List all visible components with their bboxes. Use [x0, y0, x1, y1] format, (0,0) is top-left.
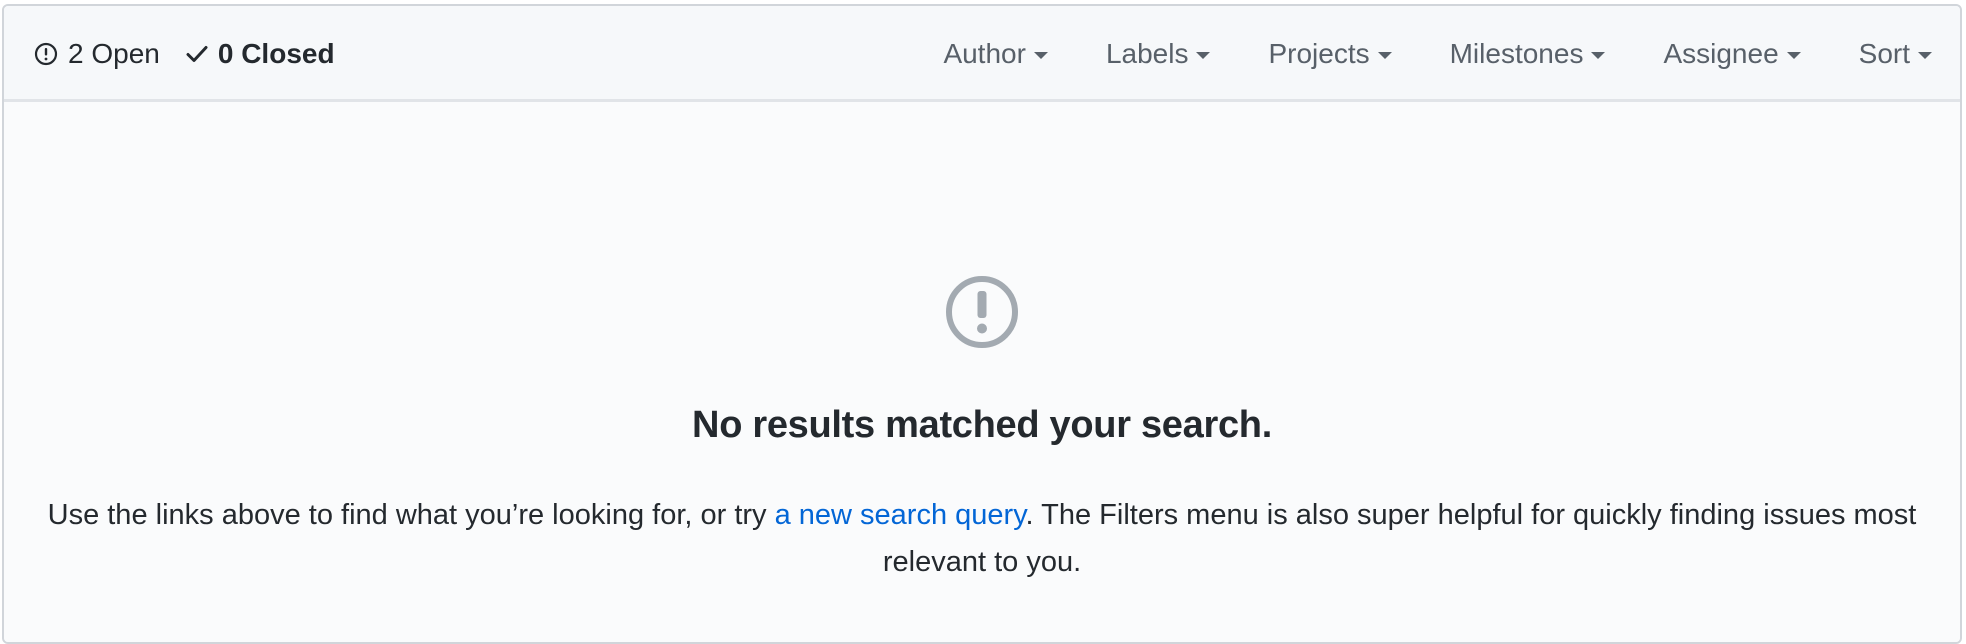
- caret-down-icon: [1377, 52, 1392, 59]
- check-icon: [186, 44, 208, 64]
- caret-down-icon: [1918, 52, 1932, 59]
- sort-filter-label: Sort: [1858, 38, 1910, 69]
- issue-opened-icon: [942, 272, 1022, 352]
- assignee-filter[interactable]: Assignee: [1663, 38, 1801, 70]
- assignee-filter-label: Assignee: [1663, 38, 1779, 69]
- blankslate-title: No results matched your search.: [692, 404, 1272, 446]
- author-filter-label: Author: [943, 38, 1026, 69]
- issue-opened-icon: [34, 42, 58, 66]
- caret-down-icon: [1033, 52, 1048, 59]
- milestones-filter[interactable]: Milestones: [1450, 38, 1606, 70]
- issues-list-box: 2 Open 0 Closed Author Labels Projects M…: [2, 4, 1962, 644]
- filter-menus: Author Labels Projects Milestones Assign…: [943, 6, 1932, 102]
- open-issues-label: 2 Open: [68, 38, 160, 69]
- issue-state-toggles: 2 Open 0 Closed: [34, 6, 335, 102]
- blankslate: No results matched your search. Use the …: [4, 102, 1960, 642]
- caret-down-icon: [1786, 52, 1801, 59]
- open-issues-link[interactable]: 2 Open: [34, 38, 160, 70]
- new-search-query-link[interactable]: a new search query: [775, 499, 1026, 531]
- caret-down-icon: [1196, 52, 1211, 59]
- labels-filter-label: Labels: [1105, 38, 1189, 69]
- sort-filter[interactable]: Sort: [1859, 38, 1932, 70]
- issues-list-header: 2 Open 0 Closed Author Labels Projects M…: [4, 6, 1960, 102]
- description-text-after: . The Filters menu is also super helpful…: [882, 499, 1917, 578]
- description-text-before: Use the links above to find what you’re …: [47, 499, 775, 531]
- projects-filter[interactable]: Projects: [1268, 38, 1392, 70]
- author-filter[interactable]: Author: [943, 38, 1048, 70]
- projects-filter-label: Projects: [1268, 38, 1370, 69]
- closed-issues-link[interactable]: 0 Closed: [186, 38, 335, 70]
- caret-down-icon: [1591, 52, 1606, 59]
- labels-filter[interactable]: Labels: [1106, 38, 1211, 70]
- blankslate-description: Use the links above to find what you’re …: [44, 492, 1920, 586]
- milestones-filter-label: Milestones: [1449, 38, 1584, 69]
- closed-issues-label: 0 Closed: [217, 38, 335, 69]
